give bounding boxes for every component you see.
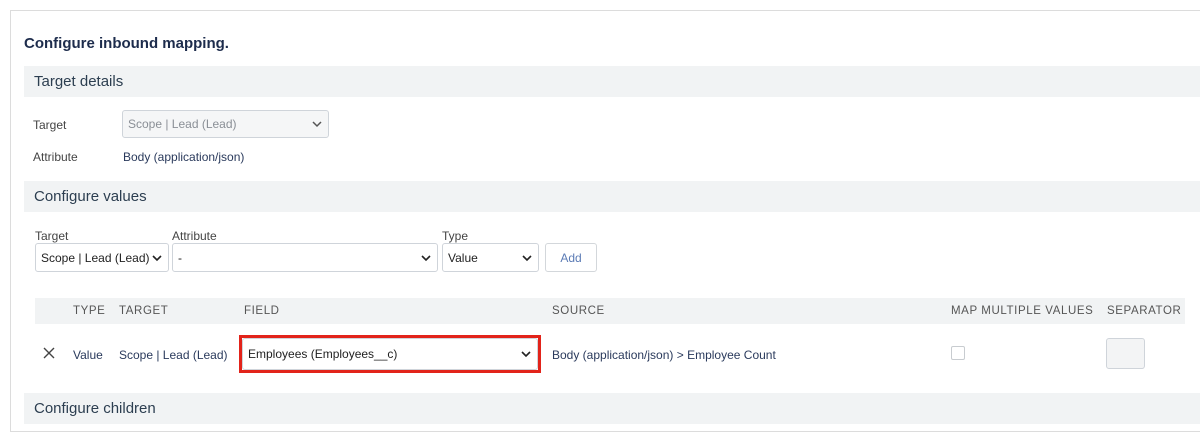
row-target: Scope | Lead (Lead): [119, 348, 228, 362]
th-separator: SEPARATOR: [1107, 305, 1182, 317]
row-type: Value: [73, 348, 103, 362]
chevron-down-icon: [312, 121, 322, 128]
th-field: FIELD: [244, 305, 280, 317]
cv-target-select[interactable]: Scope | Lead (Lead): [35, 243, 169, 272]
cv-type-label: Type: [442, 229, 469, 243]
cv-type-select[interactable]: Value: [442, 243, 539, 272]
configure-values-header: Configure values: [24, 181, 1200, 212]
configure-values-title: Configure values: [34, 188, 147, 205]
th-source: SOURCE: [552, 305, 605, 317]
field-highlight-box: [239, 335, 541, 373]
chevron-down-icon: [421, 254, 431, 261]
cv-type-select-value: Value: [448, 250, 478, 265]
cv-attribute-select[interactable]: -: [172, 243, 438, 272]
cv-target-select-value: Scope | Lead (Lead): [41, 250, 150, 265]
map-multiple-values-checkbox[interactable]: [951, 346, 965, 360]
row-source: Body (application/json) > Employee Count: [552, 348, 776, 362]
attribute-label: Attribute: [33, 150, 78, 164]
chevron-down-icon: [152, 254, 162, 261]
th-type: TYPE: [73, 305, 106, 317]
cv-attribute-select-value: -: [178, 250, 182, 265]
add-button[interactable]: Add: [545, 243, 597, 272]
target-label: Target: [33, 118, 67, 132]
chevron-down-icon: [522, 254, 532, 261]
page-title: Configure inbound mapping.: [24, 35, 229, 52]
th-target: TARGET: [119, 305, 169, 317]
separator-input[interactable]: [1106, 338, 1145, 369]
target-select[interactable]: Scope | Lead (Lead): [122, 110, 329, 138]
remove-row-icon[interactable]: [43, 347, 55, 359]
cv-attribute-label: Attribute: [172, 229, 217, 243]
target-details-header: Target details: [24, 66, 1200, 97]
attribute-value: Body (application/json): [123, 150, 245, 164]
add-button-label: Add: [560, 250, 582, 265]
th-map-multiple-values: MAP MULTIPLE VALUES: [951, 305, 1094, 317]
configure-children-header: Configure children: [24, 393, 1200, 424]
target-details-title: Target details: [34, 73, 124, 90]
configure-children-title: Configure children: [34, 400, 156, 417]
cv-target-label: Target: [35, 229, 69, 243]
target-select-value: Scope | Lead (Lead): [128, 117, 237, 131]
